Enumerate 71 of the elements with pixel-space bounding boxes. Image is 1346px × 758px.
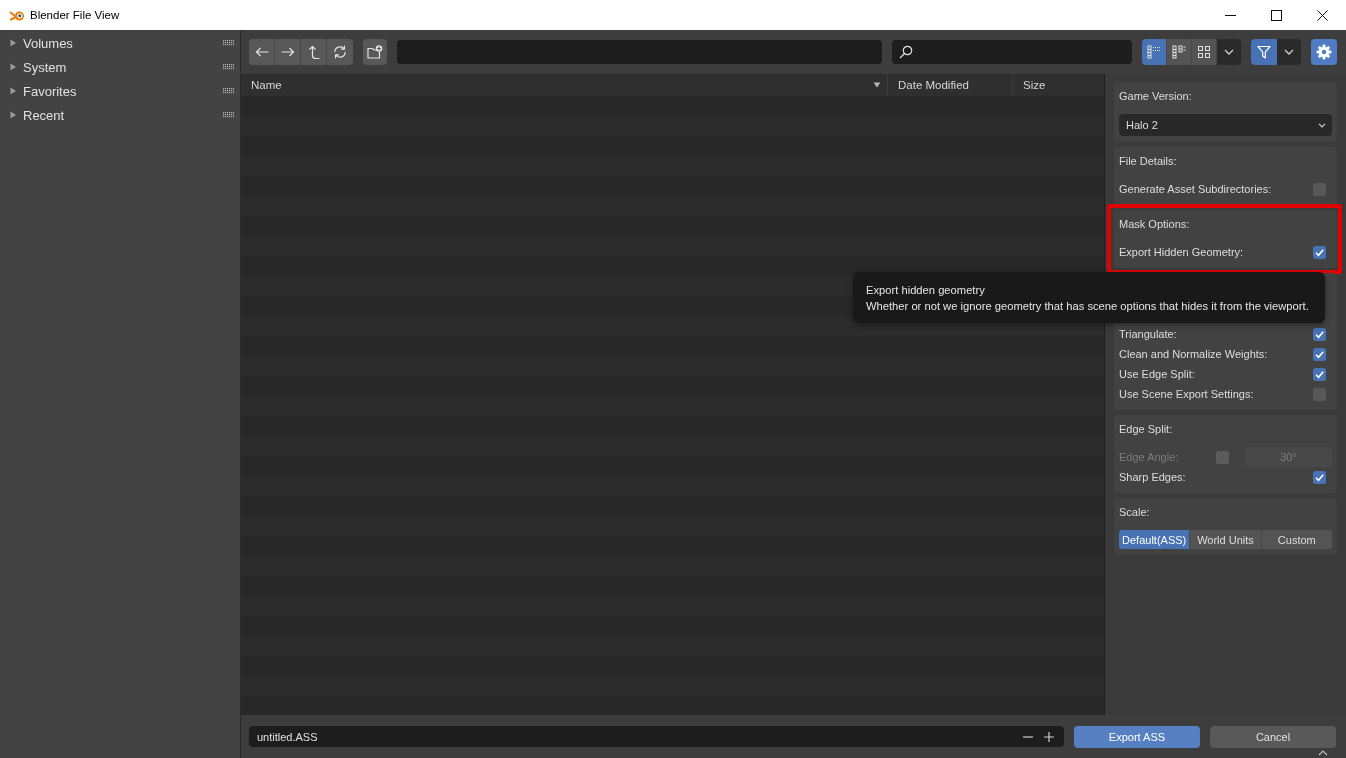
section-title: Game Version: [1119, 89, 1193, 104]
drag-handle-icon [222, 88, 234, 94]
tooltip-description: Whether or not we ignore geometry that has scene options that hides it from the viewport. [866, 299, 1309, 314]
tooltip-title: Export hidden geometry [866, 283, 986, 298]
refresh-button[interactable] [327, 39, 353, 65]
option-label: Export Hidden Geometry: [1119, 246, 1245, 258]
checkbox[interactable] [1313, 327, 1326, 341]
right-arrow-icon [280, 47, 295, 57]
option-label: Clean and Normalize Weights: [1119, 348, 1269, 360]
checkbox[interactable] [1313, 347, 1326, 361]
view-mode-button[interactable] [1142, 39, 1167, 65]
scale-option-button[interactable]: World Units [1190, 530, 1262, 549]
section-title: File Details: [1119, 154, 1178, 169]
scale-option-button[interactable]: Default(ASS) [1119, 530, 1191, 549]
drag-handle-icon [222, 40, 234, 46]
section-title: Edge Split: [1119, 422, 1174, 437]
filter-icon [1257, 45, 1271, 59]
up-arrow-icon [307, 45, 320, 59]
search-field[interactable] [892, 40, 1132, 64]
sidebar-item[interactable]: Favorites [0, 79, 240, 103]
drag-handle-icon [222, 64, 234, 70]
chevron-up-icon[interactable] [1318, 750, 1328, 756]
refresh-icon [333, 45, 347, 59]
new-folder-button[interactable] [363, 39, 387, 65]
forward-button[interactable] [275, 39, 301, 65]
column-header[interactable]: Size [1013, 74, 1104, 96]
option-label: Edge Angle: [1119, 451, 1180, 463]
grid-view-icon [1197, 45, 1211, 59]
maximize-icon [1270, 9, 1282, 21]
option-label: Use Edge Split: [1119, 368, 1196, 380]
folder-plus-icon [367, 45, 383, 59]
section-title: Scale: [1119, 505, 1151, 520]
plus-icon[interactable] [1044, 731, 1054, 742]
view-mode-button[interactable] [1167, 39, 1192, 65]
filter-options-dropdown[interactable] [1277, 39, 1301, 65]
drag-handle-icon [222, 112, 234, 118]
option-label: Triangulate: [1119, 328, 1178, 340]
sidebar-item[interactable]: System [0, 55, 240, 79]
section-title: Mask Options: [1119, 217, 1191, 232]
settings-toggle[interactable] [1311, 39, 1337, 65]
option-label: Sharp Edges: [1119, 471, 1187, 483]
cancel-button[interactable]: Cancel [1210, 725, 1336, 748]
chevron-down-icon [1318, 122, 1326, 128]
close-icon [1316, 9, 1328, 21]
filter-toggle[interactable] [1251, 39, 1277, 65]
sidebar-item[interactable]: Recent [0, 103, 240, 127]
window-title: Blender File View [30, 9, 121, 21]
chevron-down-icon [1224, 49, 1234, 55]
filename-field[interactable]: untitled.ASS [249, 726, 1064, 747]
view-mode-button[interactable] [1192, 39, 1217, 65]
sort-triangle-icon [873, 82, 881, 88]
checkbox[interactable] [1313, 367, 1326, 381]
path-field[interactable] [397, 40, 882, 64]
left-arrow-icon [254, 47, 269, 57]
search-icon [899, 45, 913, 59]
checkbox[interactable] [1313, 470, 1326, 484]
app-logo-icon [9, 8, 25, 22]
settings-icon [1316, 44, 1332, 60]
display-options-dropdown[interactable] [1217, 39, 1241, 65]
column-view-icon [1172, 45, 1186, 59]
sidebar-item[interactable]: Volumes [0, 31, 240, 55]
export-button[interactable]: Export ASS [1074, 725, 1200, 748]
scale-option-button[interactable]: Custom [1261, 530, 1332, 549]
back-button[interactable] [249, 39, 275, 65]
list-view-icon [1147, 45, 1161, 59]
parent-directory-button[interactable] [301, 39, 327, 65]
checkbox[interactable] [1313, 245, 1326, 259]
game-version-dropdown[interactable]: Halo 2 [1119, 114, 1332, 136]
option-label: Use Scene Export Settings: [1119, 388, 1255, 400]
option-label: Generate Asset Subdirectories: [1119, 183, 1273, 195]
chevron-down-icon [1284, 49, 1294, 55]
